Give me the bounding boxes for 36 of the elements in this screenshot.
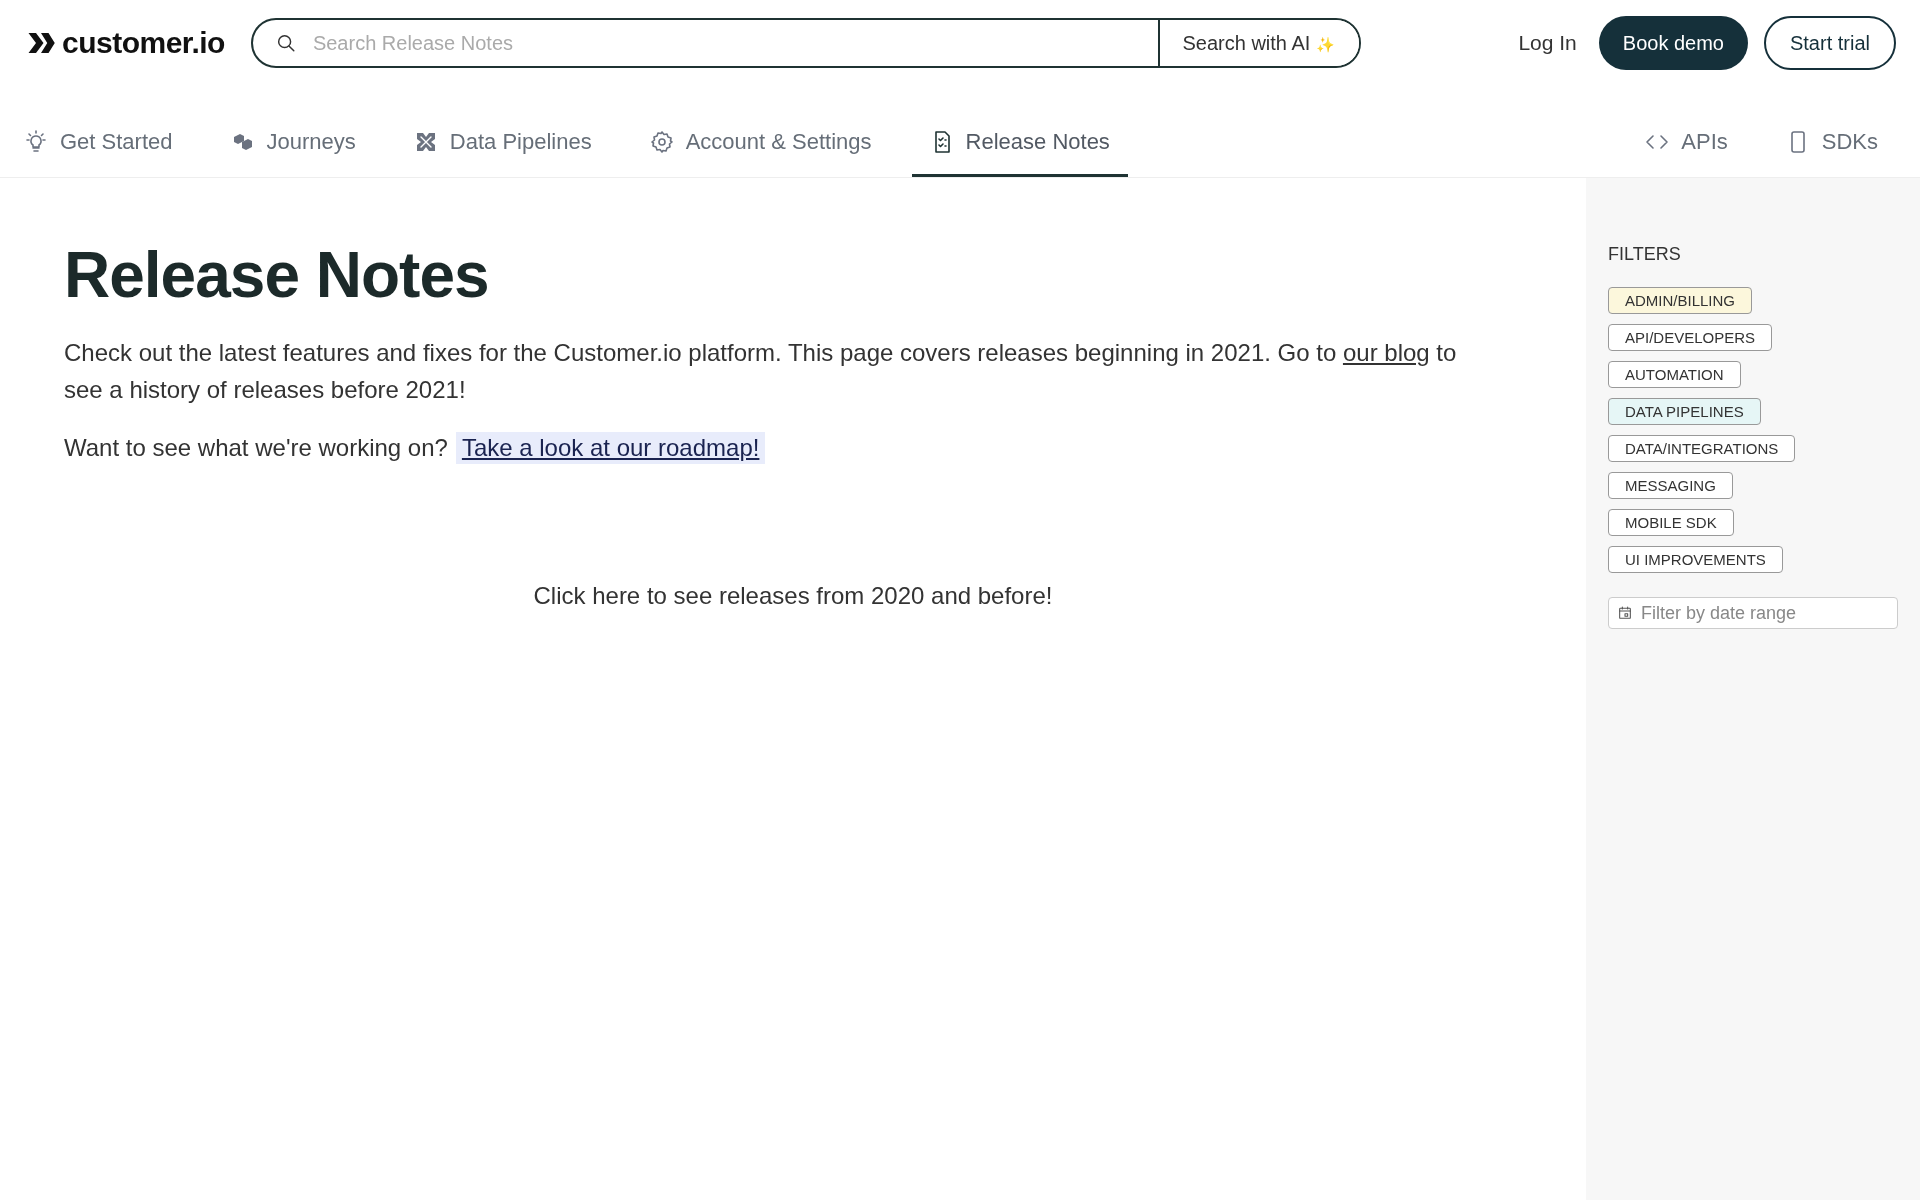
roadmap-text: Want to see what we're working on? bbox=[64, 434, 448, 462]
blog-link[interactable]: our blog bbox=[1342, 339, 1430, 366]
nav-tab[interactable]: SDKs bbox=[1767, 86, 1896, 177]
filter-tag[interactable]: ADMIN/BILLING bbox=[1608, 287, 1753, 314]
search-field[interactable]: Search Release Notes Search with AI ✨ bbox=[250, 18, 1361, 68]
nav-tab[interactable]: Data Pipelines bbox=[395, 86, 610, 177]
filter-tag[interactable]: AUTOMATION bbox=[1608, 361, 1741, 388]
date-input[interactable]: Filter by date range bbox=[1639, 601, 1889, 625]
nav-tab[interactable]: Get Started bbox=[24, 86, 191, 177]
logo-text: customer.io bbox=[62, 26, 225, 60]
filter-tag[interactable]: MOBILE SDK bbox=[1608, 509, 1734, 536]
search-with-ai-button[interactable]: Search with AI ✨ bbox=[1158, 20, 1359, 66]
settings-icon bbox=[649, 130, 674, 154]
calendar-icon bbox=[1617, 605, 1633, 621]
nav-tab[interactable]: Release Notes bbox=[911, 86, 1128, 177]
older-releases-link[interactable]: Click here to see releases from 2020 and before! bbox=[533, 582, 1053, 610]
filter-tag[interactable]: UI IMPROVEMENTS bbox=[1608, 546, 1783, 573]
book-demo-button[interactable]: Book demo bbox=[1598, 16, 1748, 70]
sparkle-icon: ✨ bbox=[1315, 35, 1335, 53]
filter-tag[interactable]: DATA PIPELINES bbox=[1608, 398, 1761, 425]
nav-tab[interactable]: APIs bbox=[1645, 86, 1746, 177]
nav-tab[interactable]: Account & Settings bbox=[631, 86, 890, 177]
lightbulb-icon bbox=[24, 130, 48, 154]
filter-tag[interactable]: MESSAGING bbox=[1608, 472, 1733, 499]
filter-tag[interactable]: API/DEVELOPERS bbox=[1608, 324, 1773, 351]
page-title: Release Notes bbox=[64, 238, 490, 312]
nav-tab[interactable]: Journeys bbox=[212, 86, 374, 177]
start-trial-button[interactable]: Start trial bbox=[1763, 16, 1896, 70]
filters-heading: FILTERS bbox=[1608, 244, 1682, 265]
logo[interactable]: customer.io bbox=[26, 26, 225, 60]
date-range-field[interactable]: Filter by date range bbox=[1608, 597, 1898, 629]
search-input[interactable]: Search Release Notes bbox=[310, 30, 1159, 56]
filter-tag[interactable]: DATA/INTEGRATIONS bbox=[1608, 435, 1796, 462]
intro-text: Check out the latest features and fixes for the Customer.io platform. This page covers releases beginning in 2021. Go to our blog to see a history of releases before 2021! bbox=[64, 338, 1458, 405]
roadmap-link[interactable]: Take a look at our roadmap! bbox=[455, 432, 766, 464]
login-link[interactable]: Log In bbox=[1518, 31, 1577, 55]
